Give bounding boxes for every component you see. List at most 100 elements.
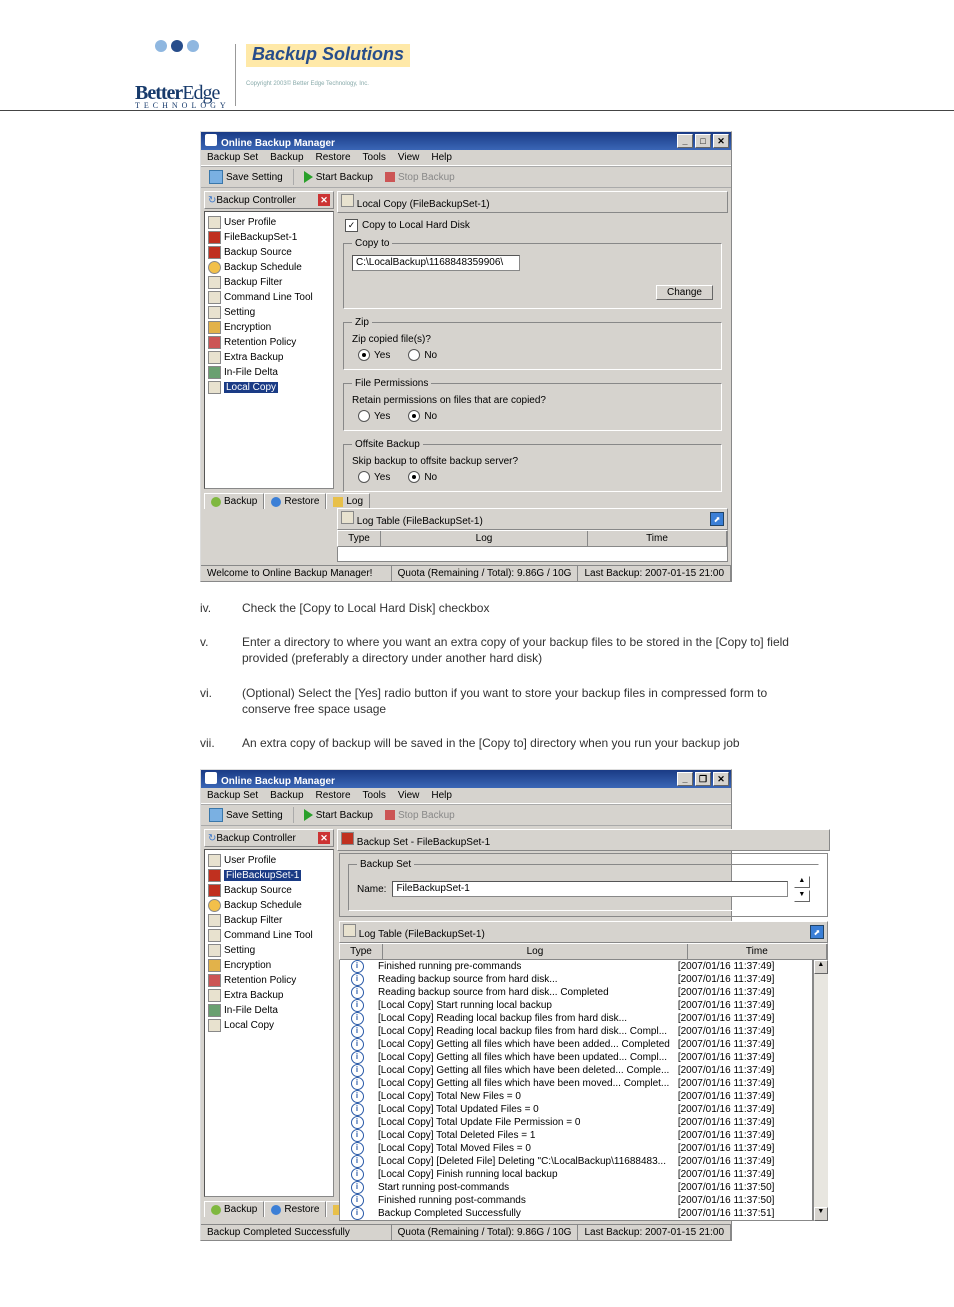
col-log[interactable]: Log [383,944,688,959]
restore-button[interactable]: ❐ [695,772,711,786]
tree-item[interactable]: Encryption [208,320,330,335]
perm-yes-radio[interactable]: Yes [358,410,390,422]
log-panel-head: Log Table (FileBackupSet-1) ⬈ [337,508,728,530]
tree-item-icon [208,929,221,942]
tree-item[interactable]: Local Copy [208,1018,330,1033]
menu-tools[interactable]: Tools [363,152,386,163]
tree-item[interactable]: Backup Filter [208,913,330,928]
zip-no-radio[interactable]: No [408,349,437,361]
tree-item[interactable]: FileBackupSet-1 [208,230,330,245]
tree-item[interactable]: Backup Source [208,883,330,898]
tab-restore[interactable]: Restore [264,493,326,509]
log-time: [2007/01/16 11:37:50] [674,1181,812,1194]
tree-item[interactable]: Retention Policy [208,335,330,350]
change-button[interactable]: Change [656,285,713,300]
copy-to-input[interactable]: C:\LocalBackup\1168848359906\ [352,255,520,271]
tree-item[interactable]: Extra Backup [208,988,330,1003]
menu-backup[interactable]: Backup [270,790,303,801]
tab-backup[interactable]: Backup [204,493,264,509]
menu-backupset[interactable]: Backup Set [207,152,258,163]
tree-item[interactable]: Extra Backup [208,350,330,365]
name-stepper[interactable]: ▲▼ [794,876,810,902]
titlebar[interactable]: Online Backup Manager _ □ ✕ [201,132,731,150]
menu-restore[interactable]: Restore [316,790,351,801]
titlebar[interactable]: Online Backup Manager _ ❐ ✕ [201,770,731,788]
backupset-icon [341,832,354,845]
start-backup-button[interactable]: Start Backup [300,170,377,184]
status-quota: Quota (Remaining / Total): 9.86G / 10G [392,1225,579,1240]
tree-item[interactable]: FileBackupSet-1 [208,868,330,883]
backupset-name-group: Backup Set Name: FileBackupSet-1 ▲▼ [348,859,819,911]
nav-tree[interactable]: User ProfileFileBackupSet-1Backup Source… [204,211,334,489]
backupset-name-input[interactable]: FileBackupSet-1 [392,881,787,897]
menu-view[interactable]: View [398,790,420,801]
menu-help[interactable]: Help [431,152,452,163]
tree-item[interactable]: Command Line Tool [208,928,330,943]
max-button[interactable]: □ [695,134,711,148]
col-time[interactable]: Time [588,531,727,546]
menu-tools[interactable]: Tools [363,790,386,801]
tree-item[interactable]: Setting [208,305,330,320]
tree-item-icon [208,959,221,972]
brand-solutions: Backup Solutions [246,44,410,67]
tree-item[interactable]: Command Line Tool [208,290,330,305]
col-type[interactable]: Type [338,531,381,546]
tree-item[interactable]: User Profile [208,853,330,868]
log-expand-button[interactable]: ⬈ [810,925,824,939]
logo-dots-icon [155,40,199,52]
tree-item[interactable]: In-File Delta [208,365,330,380]
play-icon [304,171,313,183]
tree-item-icon [208,899,221,912]
offsite-no-radio[interactable]: No [408,471,437,483]
zip-legend: Zip [352,317,372,328]
tree-item[interactable]: Backup Source [208,245,330,260]
tree-item[interactable]: Backup Schedule [208,898,330,913]
col-log[interactable]: Log [381,531,588,546]
close-button[interactable]: ✕ [713,772,729,786]
menu-help[interactable]: Help [431,790,452,801]
perm-no-radio[interactable]: No [408,410,437,422]
min-button[interactable]: _ [677,772,693,786]
tree-item[interactable]: User Profile [208,215,330,230]
tree-item[interactable]: Retention Policy [208,973,330,988]
log-message: [Local Copy] Total New Files = 0 [374,1090,674,1103]
menu-backup[interactable]: Backup [270,152,303,163]
info-icon: i [351,1077,364,1090]
brand-copyright: Copyright 2003© Better Edge Technology, … [246,81,410,88]
col-time[interactable]: Time [688,944,827,959]
tree-item-label: Setting [224,945,255,956]
side-close-button[interactable]: ✕ [318,832,330,844]
col-type[interactable]: Type [340,944,383,959]
log-time: [2007/01/16 11:37:49] [674,1090,812,1103]
log-message: Finished running post-commands [374,1194,674,1207]
tab-backup[interactable]: Backup [204,1201,264,1217]
min-button[interactable]: _ [677,134,693,148]
log-scrollbar[interactable]: ▲▼ [813,960,828,1221]
tree-item[interactable]: Encryption [208,958,330,973]
zip-yes-radio[interactable]: Yes [358,349,390,361]
window-title: Online Backup Manager [221,138,335,149]
menu-restore[interactable]: Restore [316,152,351,163]
step-text: Enter a directory to where you want an e… [242,634,819,666]
tab-restore[interactable]: Restore [264,1201,326,1217]
tree-item[interactable]: Backup Filter [208,275,330,290]
nav-tree[interactable]: User ProfileFileBackupSet-1Backup Source… [204,849,334,1197]
log-expand-button[interactable]: ⬈ [710,512,724,526]
tree-item[interactable]: Backup Schedule [208,260,330,275]
close-button[interactable]: ✕ [713,134,729,148]
tree-item[interactable]: In-File Delta [208,1003,330,1018]
side-title: Backup Controller [216,833,295,844]
tree-item[interactable]: Local Copy [208,380,330,395]
save-setting-button[interactable]: Save Setting [205,169,287,185]
log-message: Backup Completed Successfully [374,1207,674,1220]
menu-view[interactable]: View [398,152,420,163]
copy-local-checkbox[interactable]: ✓ Copy to Local Hard Disk [345,219,722,232]
save-setting-button[interactable]: Save Setting [205,807,287,823]
log-time: [2007/01/16 11:37:49] [674,1025,812,1038]
tree-item[interactable]: Setting [208,943,330,958]
start-backup-button[interactable]: Start Backup [300,808,377,822]
offsite-yes-radio[interactable]: Yes [358,471,390,483]
side-close-button[interactable]: ✕ [318,194,330,206]
info-icon: i [351,1103,364,1116]
menu-backupset[interactable]: Backup Set [207,790,258,801]
